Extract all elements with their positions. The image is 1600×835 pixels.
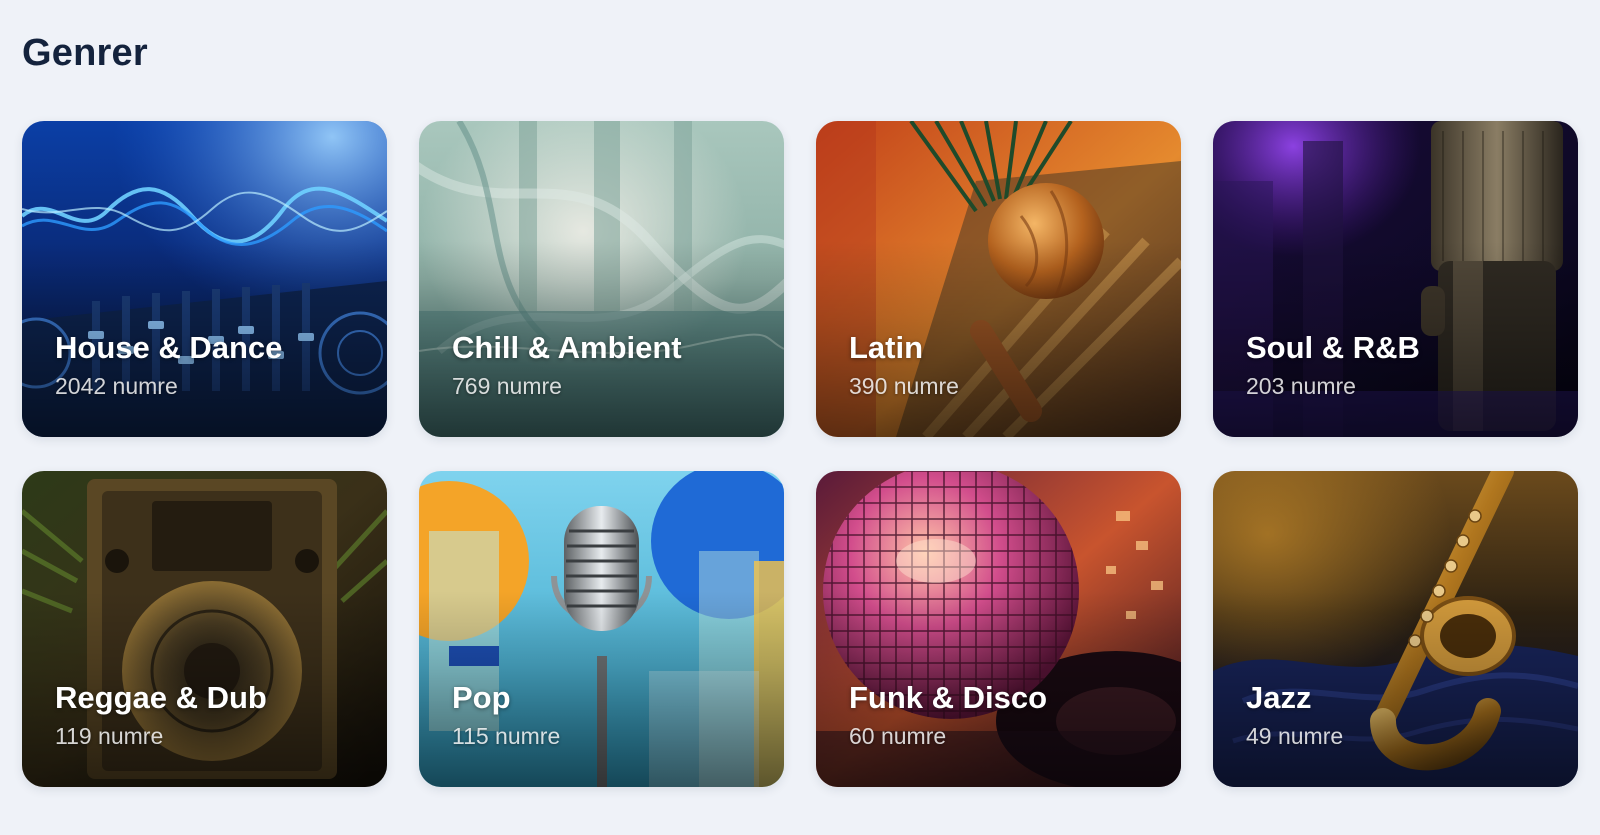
genres-page: Genrer House & Dance 2042 numre Chill & … xyxy=(0,0,1600,835)
track-count: 769 numre xyxy=(452,372,562,399)
genre-name: Latin xyxy=(849,329,924,365)
genre-name: House & Dance xyxy=(55,329,283,365)
genre-card-reggae-dub[interactable]: Reggae & Dub 119 numre xyxy=(22,471,387,787)
genre-card-jazz[interactable]: Jazz 49 numre xyxy=(1213,471,1578,787)
genre-name: Funk & Disco xyxy=(849,679,1048,715)
track-count: 49 numre xyxy=(1246,722,1344,749)
genre-card-latin[interactable]: Latin 390 numre xyxy=(816,121,1181,437)
track-count: 119 numre xyxy=(55,722,164,749)
genre-name: Jazz xyxy=(1246,679,1312,715)
genre-card-soul-rnb[interactable]: Soul & R&B 203 numre xyxy=(1213,121,1578,437)
track-count: 60 numre xyxy=(849,722,947,749)
track-count: 203 numre xyxy=(1246,372,1356,399)
genre-card-chill-ambient[interactable]: Chill & Ambient 769 numre xyxy=(419,121,784,437)
genre-card-funk-disco[interactable]: Funk & Disco 60 numre xyxy=(816,471,1181,787)
genre-name: Soul & R&B xyxy=(1246,329,1420,365)
genre-name: Pop xyxy=(452,679,511,715)
genre-grid: House & Dance 2042 numre Chill & Ambient… xyxy=(22,121,1580,787)
track-count: 390 numre xyxy=(849,372,959,399)
genre-card-house-dance[interactable]: House & Dance 2042 numre xyxy=(22,121,387,437)
page-title: Genrer xyxy=(22,32,148,74)
track-count: 2042 numre xyxy=(55,372,178,399)
track-count: 115 numre xyxy=(452,722,561,749)
genre-name: Reggae & Dub xyxy=(55,679,267,715)
genre-card-pop[interactable]: Pop 115 numre xyxy=(419,471,784,787)
genre-name: Chill & Ambient xyxy=(452,329,682,365)
